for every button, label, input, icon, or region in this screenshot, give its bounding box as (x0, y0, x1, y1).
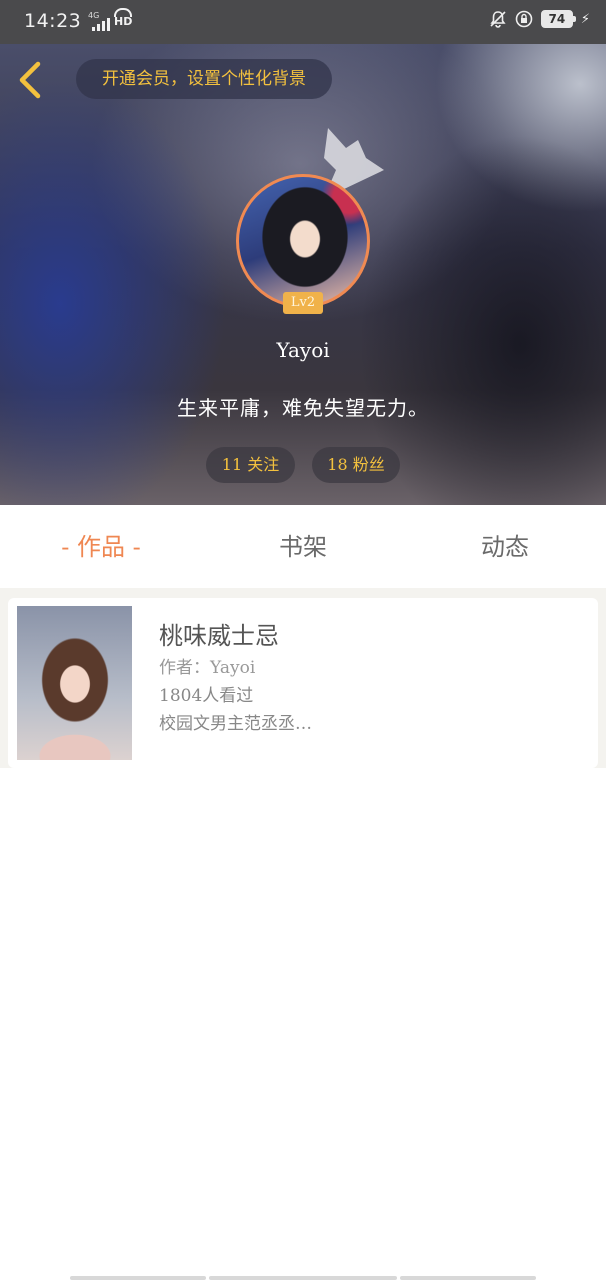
profile-tabs: - 作品 - 书架 动态 (0, 506, 606, 588)
level-badge: Lv2 (283, 292, 323, 314)
username: Yayoi (276, 338, 330, 362)
back-button[interactable] (14, 60, 50, 100)
work-description: 校园文男主范丞丞… (159, 714, 312, 734)
rotation-lock-icon (515, 10, 533, 28)
status-icons: 74 ⚡ (489, 10, 590, 28)
signal-icon: 4G HD (86, 8, 134, 34)
tab-bookshelf[interactable]: 书架 (202, 506, 404, 588)
battery-icon: 74 (540, 10, 576, 28)
vip-banner[interactable]: 开通会员，设置个性化背景 (76, 59, 332, 99)
chevron-left-icon (19, 61, 41, 99)
profile-header: 开通会员，设置个性化背景 Lv2 Yayoi 生来平庸，难免失望无力。 11 关… (0, 44, 606, 505)
work-author: 作者：Yayoi (159, 658, 256, 678)
status-bar: 14:23 4G HD 74 ⚡ (0, 0, 606, 44)
bell-off-icon (489, 10, 507, 28)
nav-indicator-left (70, 1276, 206, 1280)
status-time: 14:23 (24, 10, 82, 32)
fans-button[interactable]: 18 粉丝 (312, 447, 400, 483)
nav-indicator-center (209, 1276, 397, 1280)
following-button[interactable]: 11 关注 (206, 447, 295, 483)
charging-icon: ⚡ (580, 11, 590, 27)
tab-activity[interactable]: 动态 (404, 506, 606, 588)
work-views: 1804人看过 (159, 686, 254, 706)
work-title: 桃味威士忌 (159, 622, 279, 650)
work-card[interactable]: 桃味威士忌 作者：Yayoi 1804人看过 校园文男主范丞丞… (8, 598, 598, 768)
nav-indicator-right (400, 1276, 536, 1280)
avatar[interactable] (236, 174, 370, 308)
bio: 生来平庸，难免失望无力。 (177, 396, 429, 420)
tab-works[interactable]: - 作品 - (0, 506, 202, 588)
work-cover-image (17, 606, 132, 760)
signal-bars (92, 18, 110, 31)
hd-icon: HD (114, 8, 133, 28)
